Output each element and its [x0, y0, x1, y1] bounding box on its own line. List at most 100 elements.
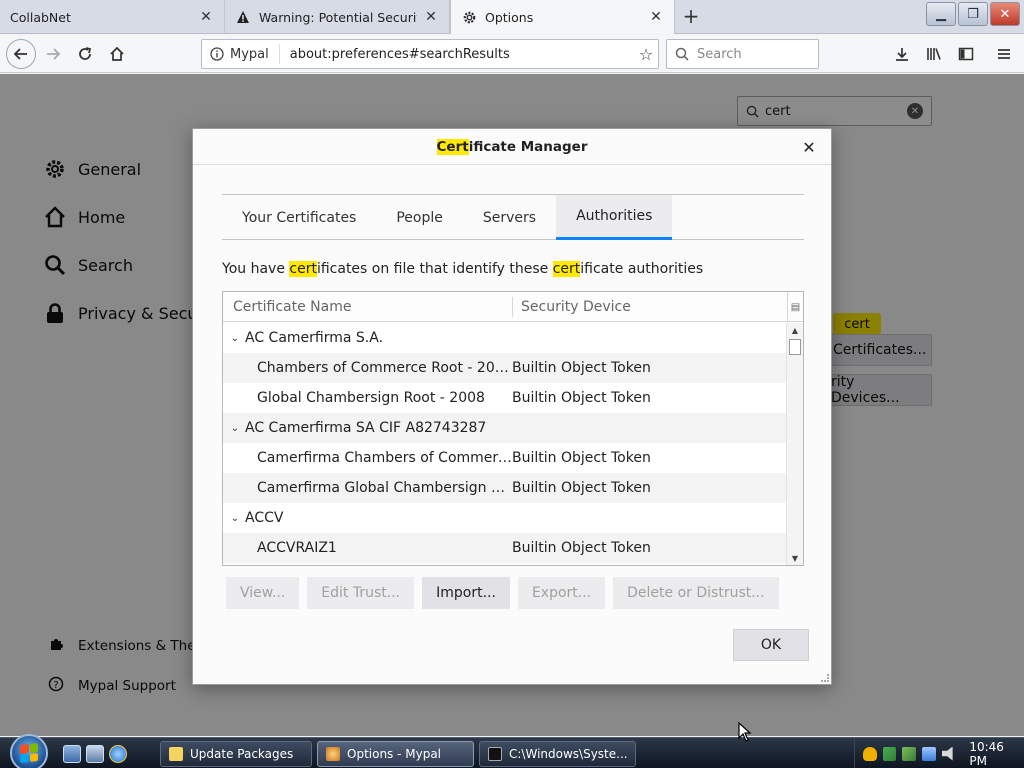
tab-title: CollabNet	[10, 9, 71, 25]
security-device-cell: Builtin Object Token	[512, 360, 651, 376]
column-header-certificate-name[interactable]: Certificate Name	[223, 296, 513, 317]
search-input[interactable]: Search	[666, 39, 819, 69]
warning-icon	[235, 9, 251, 25]
edit-trust-button[interactable]: Edit Trust...	[307, 577, 415, 609]
tab-collabnet[interactable]: CollabNet ✕	[0, 0, 225, 34]
certificate-name-cell: ⌄ ACCV	[223, 510, 787, 526]
library-icon[interactable]	[922, 42, 946, 66]
url-bar[interactable]: Mypal about:preferences#searchResults ☆	[201, 39, 659, 69]
restore-button[interactable]: ❐	[958, 2, 988, 26]
certificate-name-cell: Camerfirma Global Chambersign Ro...	[223, 480, 512, 496]
chevron-down-icon[interactable]: ⌄	[229, 423, 241, 434]
certificate-name-cell: Global Chambersign Root - 2008	[223, 390, 512, 406]
resize-grip[interactable]	[821, 674, 829, 682]
column-header-security-device[interactable]: Security Device	[513, 299, 631, 315]
minimize-button[interactable]: ▁	[926, 2, 956, 26]
forward-arrow-icon	[47, 48, 61, 60]
info-icon	[210, 47, 224, 61]
windows-taskbar: Update Packages Options - Mypal C:\Windo…	[0, 734, 1024, 768]
tab-security-warning[interactable]: Warning: Potential Security Risk ✕	[225, 0, 450, 34]
window-controls: ▁ ❐ ✕	[926, 2, 1020, 26]
sidebar-toggle-icon[interactable]	[954, 42, 978, 66]
chevron-down-icon[interactable]: ⌄	[229, 333, 241, 344]
close-icon[interactable]: ✕	[198, 9, 214, 25]
tab-authorities[interactable]: Authorities	[556, 195, 673, 240]
internet-explorer-icon[interactable]	[109, 745, 127, 763]
taskbar-item-options-mypal[interactable]: Options - Mypal	[317, 741, 474, 767]
close-icon[interactable]: ✕	[423, 9, 439, 25]
chevron-down-icon[interactable]: ⌄	[229, 513, 241, 524]
tab-people[interactable]: People	[376, 195, 463, 240]
start-button[interactable]	[10, 734, 48, 768]
menu-icon[interactable]	[992, 42, 1016, 66]
delete-or-distrust-button[interactable]: Delete or Distrust...	[613, 577, 779, 609]
desc-text: You have	[222, 261, 290, 277]
tree-row[interactable]: Global Chambersign Root - 2008 Builtin Ob…	[223, 383, 787, 413]
desc-text: ificates on file that identify these	[316, 261, 553, 277]
desc-text: ificate authorities	[580, 261, 704, 277]
new-tab-button[interactable]: +	[680, 6, 702, 28]
tree-row[interactable]: ACCVRAIZ1 Builtin Object Token	[223, 533, 787, 563]
scroll-down-icon[interactable]: ▼	[787, 551, 803, 565]
certificate-name: Global Chambersign Root - 2008	[257, 390, 485, 406]
site-identity[interactable]: Mypal	[202, 44, 280, 64]
tab-options[interactable]: Options ✕	[450, 0, 675, 34]
tab-servers[interactable]: Servers	[463, 195, 556, 240]
certificate-name-cell: ⌄ AC Camerfirma SA CIF A82743287	[223, 420, 787, 436]
certificate-name-cell: Camerfirma Chambers of Commerc...	[223, 450, 512, 466]
window-close-button[interactable]: ✕	[990, 2, 1020, 26]
network-icon[interactable]	[922, 746, 936, 761]
tree-header: Certificate Name Security Device ▤	[223, 292, 803, 322]
ok-button[interactable]: OK	[733, 629, 809, 661]
taskbar-item-update-packages[interactable]: Update Packages	[160, 741, 312, 767]
import-button[interactable]: Import...	[422, 577, 510, 609]
scroll-thumb[interactable]	[789, 339, 801, 355]
tree-row[interactable]: Camerfirma Chambers of Commerc... Builtin…	[223, 443, 787, 473]
tree-row[interactable]: Camerfirma Global Chambersign Ro... Built…	[223, 473, 787, 503]
certificate-name: AC Camerfirma SA CIF A82743287	[245, 420, 487, 436]
volume-muted-icon[interactable]	[941, 746, 953, 761]
taskbar-item-label: C:\Windows\Syste...	[509, 747, 628, 761]
search-placeholder: Search	[697, 46, 742, 62]
back-button[interactable]	[6, 39, 36, 69]
export-button[interactable]: Export...	[517, 577, 606, 609]
update-icon[interactable]	[902, 746, 917, 761]
taskbar-item-command-prompt[interactable]: C:\Windows\Syste...	[479, 741, 636, 767]
tree-group-row[interactable]: ⌄ AC Camerfirma S.A.	[223, 323, 787, 353]
close-icon[interactable]: ✕	[648, 9, 664, 25]
downloads-icon[interactable]	[890, 42, 914, 66]
shield-icon[interactable]	[863, 746, 877, 761]
view-button[interactable]: View...	[226, 577, 300, 609]
security-device-cell: Builtin Object Token	[512, 390, 651, 406]
home-button[interactable]	[104, 41, 130, 67]
url-text[interactable]: about:preferences#searchResults	[280, 47, 634, 62]
mypal-icon	[326, 747, 340, 761]
certificate-name-cell: Chambers of Commerce Root - 2008	[223, 360, 512, 376]
system-tray: 10:46 PM	[854, 738, 1024, 768]
command-prompt-icon	[488, 747, 502, 761]
dialog-close-button[interactable]: ✕	[799, 137, 819, 157]
taskbar-item-label: Update Packages	[190, 747, 294, 761]
clock[interactable]: 10:46 PM	[969, 740, 1024, 768]
forward-button[interactable]	[40, 41, 66, 67]
tab-your-certificates[interactable]: Your Certificates	[222, 195, 376, 240]
column-picker-icon[interactable]: ▤	[787, 292, 803, 322]
tab-title: Warning: Potential Security Risk	[259, 9, 417, 25]
tree-group-row[interactable]: ⌄ ACCV	[223, 503, 787, 533]
show-desktop-icon[interactable]	[63, 745, 81, 763]
tree-group-row[interactable]: ⌄ AC Camerfirma SA CIF A82743287	[223, 413, 787, 443]
bookmark-star-icon[interactable]: ☆	[634, 45, 658, 64]
taskbar-item-label: Options - Mypal	[347, 747, 442, 761]
tree-row[interactable]: Chambers of Commerce Root - 2008 Builtin …	[223, 353, 787, 383]
switch-windows-icon[interactable]	[86, 745, 104, 763]
folder-icon	[169, 747, 183, 761]
certificate-name: ACCVRAIZ1	[257, 540, 337, 556]
security-device-cell: Builtin Object Token	[512, 480, 651, 496]
tree-scrollbar[interactable]: ▲ ▼	[786, 323, 803, 565]
security-center-icon[interactable]	[882, 746, 897, 761]
certificate-name: AC Camerfirma S.A.	[245, 330, 384, 346]
scroll-up-icon[interactable]: ▲	[787, 323, 803, 337]
certificate-tree[interactable]: Certificate Name Security Device ▤ ⌄ AC C…	[222, 291, 804, 566]
reload-button[interactable]	[72, 41, 98, 67]
reload-icon	[79, 47, 92, 60]
